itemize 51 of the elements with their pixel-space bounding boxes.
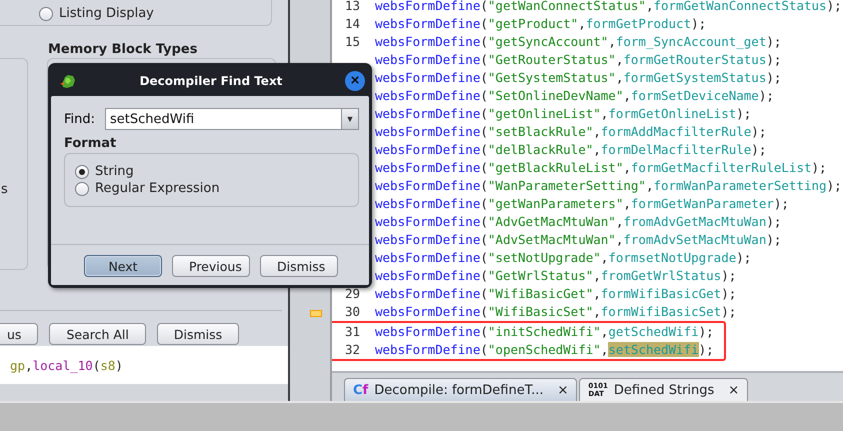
code-line: websFormDefine("openSchedWifi",setSchedWifi);	[375, 342, 714, 358]
code-line: websFormDefine("GetWrlStatus",fromGetWrlStatus);	[375, 268, 736, 284]
option-label: s	[1, 182, 8, 196]
tab-label: Decompile: formDefineT...	[374, 382, 544, 398]
code-line: websFormDefine("getWanConnectStatus",formGetWanConnectStatus);	[375, 0, 842, 13]
line-number: 32	[344, 342, 360, 358]
dialog-button[interactable]: Dismiss	[156, 323, 240, 345]
close-icon[interactable]: ×	[558, 382, 568, 398]
code-line: websFormDefine("setNotUpgrade",formsetNotUpgrade);	[375, 250, 752, 266]
code-line: websFormDefine("SetOnlineDevName",formSetDeviceName);	[375, 88, 774, 103]
decompile-icon: Cf	[353, 384, 368, 396]
code-line: websFormDefine("getOnlineList",formGetOnlineList);	[375, 106, 752, 121]
dialog-button[interactable]: Search All	[49, 323, 146, 345]
code-line: websFormDefine("AdvSetMacMtuWan",fromAdvSetMacMtuWan);	[375, 232, 782, 248]
line-number: 31	[344, 324, 360, 340]
dialog-title: Decompiler Find Text	[138, 74, 284, 88]
close-icon[interactable]: ×	[728, 382, 740, 398]
group-title: Format	[64, 136, 118, 151]
dialog-button[interactable]: Next	[84, 255, 162, 277]
code-line: websFormDefine("getProduct",formGetProduct);	[375, 16, 706, 31]
dragon-icon	[59, 72, 77, 90]
dropdown-button[interactable]: ▼	[341, 109, 358, 129]
dialog-button[interactable]: Previous	[172, 255, 250, 277]
section-title: Memory Block Types	[48, 42, 198, 58]
code-line: websFormDefine("WifiBasicSet",formWifiBasicSet);	[375, 304, 736, 320]
code-line: websFormDefine("getSyncAccount",form_SyncAccount_get);	[375, 34, 782, 49]
find-combo-box[interactable]: setSchedWifi ▼	[105, 108, 359, 130]
line-number: 15	[344, 34, 360, 49]
radio-option[interactable]: String	[75, 164, 358, 179]
code-line: websFormDefine("AdvGetMacMtuWan",fromAdvGetMacMtuWan);	[375, 214, 782, 230]
tab-label: Defined Strings	[614, 382, 714, 398]
line-number: 29	[344, 286, 360, 302]
editor-tab[interactable]: Cf Decompile: formDefineT... ×	[344, 378, 578, 401]
code-line: websFormDefine("WanParameterSetting",formWanParameterSetting);	[375, 178, 842, 193]
line-number: 13	[344, 0, 360, 13]
code-line: websFormDefine("setBlackRule",formAddMacfilterRule);	[375, 124, 766, 139]
code-line: websFormDefine("GetSystemStatus",formGetSystemStatus);	[375, 70, 782, 85]
line-number: 30	[344, 304, 360, 320]
code-line: websFormDefine("delBlackRule",formDelMacfilterRule);	[375, 142, 766, 157]
dialog-button[interactable]: us	[0, 323, 38, 345]
code-line: websFormDefine("getBlackRuleList",formGetMacfilterRuleList);	[375, 160, 827, 175]
code-line: websFormDefine("initSchedWifi",getSchedWifi);	[375, 324, 714, 340]
scroll-marker	[310, 310, 322, 317]
close-button[interactable]: ×	[345, 71, 365, 91]
radio-option[interactable]: Regular Expression	[75, 181, 358, 196]
line-number: 14	[344, 16, 360, 31]
dialog-button[interactable]: Dismiss	[260, 255, 338, 277]
find-label: Find:	[64, 112, 96, 126]
code-line: websFormDefine("GetRouterStatus",formGetRouterStatus);	[375, 52, 782, 67]
code-line: websFormDefine("getWanParameters",formGetWanParameter);	[375, 196, 789, 212]
code-line: websFormDefine("WifiBasicGet",formWifiBasicGet);	[375, 286, 736, 302]
